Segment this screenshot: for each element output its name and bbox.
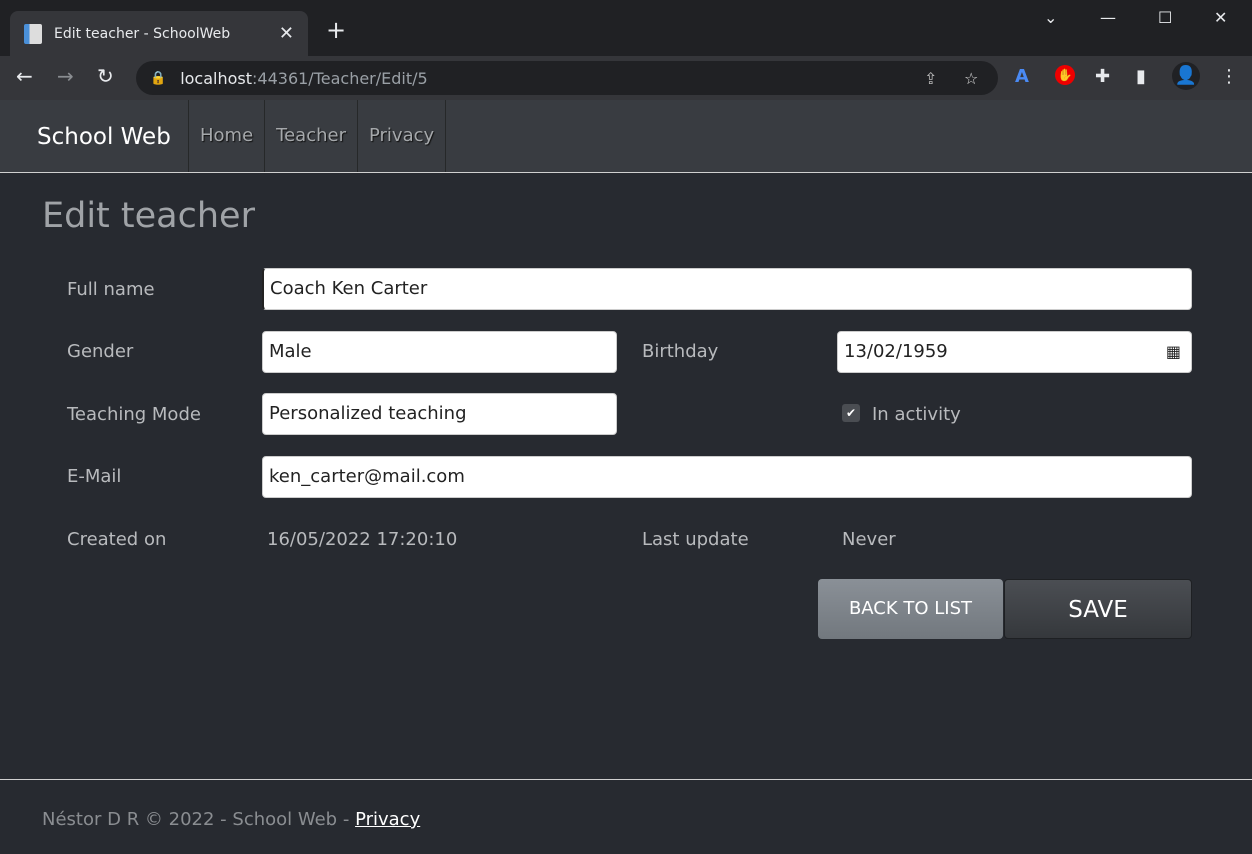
menu-kebab-icon[interactable]: ⋮ [1220, 66, 1238, 87]
created-on-value: 16/05/2022 17:20:10 [267, 529, 458, 550]
reload-icon[interactable]: ↻ [97, 64, 114, 88]
url-path: :44361/Teacher/Edit/5 [252, 68, 428, 88]
address-bar[interactable]: 🔒 localhost:44361/Teacher/Edit/5 ⇪ ☆ [136, 61, 998, 95]
forward-icon[interactable]: → [57, 64, 74, 88]
save-button[interactable]: SAVE [1004, 579, 1192, 639]
last-update-label: Last update [642, 529, 749, 550]
email-label: E-Mail [67, 466, 122, 487]
adblock-extension-icon[interactable]: ✋ [1055, 65, 1075, 85]
full-name-label: Full name [67, 279, 155, 300]
extensions-puzzle-icon[interactable]: ✚ [1095, 66, 1110, 87]
nav-teacher[interactable]: Teacher [264, 100, 357, 172]
footer-text: Néstor D R © 2022 - School Web - [42, 809, 356, 830]
browser-tabstrip: Edit teacher - SchoolWeb ✕ + ⌄ — ☐ ✕ [0, 0, 1252, 56]
back-to-list-button[interactable]: BACK TO LIST [818, 579, 1003, 639]
page-favicon-icon [24, 23, 42, 44]
site-navbar: School Web Home Teacher Privacy [0, 100, 1252, 173]
nav-privacy[interactable]: Privacy [356, 100, 447, 172]
minimize-icon[interactable]: — [1100, 8, 1116, 27]
maximize-icon[interactable]: ☐ [1158, 8, 1172, 27]
footer: Néstor D R © 2022 - School Web - Privacy [0, 779, 1252, 854]
url-host: localhost [180, 68, 253, 88]
in-activity-checkbox[interactable]: ✔ [842, 404, 860, 422]
created-on-label: Created on [67, 529, 167, 550]
gender-input[interactable]: Male [262, 331, 617, 373]
footer-privacy-link[interactable]: Privacy [355, 809, 420, 830]
bookmark-star-icon[interactable]: ☆ [964, 69, 978, 88]
browser-toolbar: ← → ↻ 🔒 localhost:44361/Teacher/Edit/5 ⇪… [0, 56, 1252, 100]
lock-icon: 🔒 [150, 70, 167, 86]
translate-extension-icon[interactable]: A [1015, 66, 1029, 87]
close-tab-icon[interactable]: ✕ [279, 23, 294, 44]
calendar-icon[interactable]: ▦ [1166, 332, 1181, 372]
profile-avatar-icon[interactable]: 👤 [1172, 62, 1200, 90]
teaching-mode-label: Teaching Mode [67, 404, 201, 425]
last-update-value: Never [842, 529, 896, 550]
nav-home[interactable]: Home [188, 100, 264, 172]
back-icon[interactable]: ← [16, 64, 33, 88]
close-window-icon[interactable]: ✕ [1214, 8, 1227, 27]
side-panel-icon[interactable]: ▮ [1136, 66, 1146, 87]
page-title: Edit teacher [42, 196, 255, 236]
email-input[interactable]: ken_carter@mail.com [262, 456, 1192, 498]
share-icon[interactable]: ⇪ [924, 69, 937, 88]
in-activity-label: In activity [872, 404, 961, 425]
teaching-mode-input[interactable]: Personalized teaching [262, 393, 617, 435]
gender-label: Gender [67, 341, 134, 362]
browser-tab[interactable]: Edit teacher - SchoolWeb ✕ [10, 11, 308, 56]
tab-search-icon[interactable]: ⌄ [1044, 8, 1057, 27]
brand-link[interactable]: School Web [37, 124, 171, 150]
birthday-input[interactable]: 13/02/1959 ▦ [837, 331, 1192, 373]
tab-title: Edit teacher - SchoolWeb [54, 25, 231, 42]
new-tab-icon[interactable]: + [326, 16, 346, 44]
full-name-input[interactable]: Coach Ken Carter [262, 268, 1192, 310]
birthday-value: 13/02/1959 [844, 341, 948, 362]
birthday-label: Birthday [642, 341, 719, 362]
